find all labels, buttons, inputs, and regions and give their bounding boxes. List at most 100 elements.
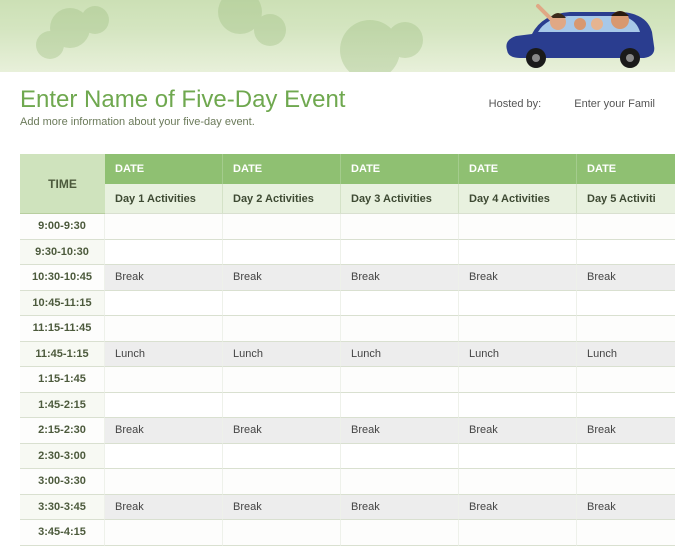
activity-cell[interactable]: Break: [105, 495, 223, 521]
activity-cell[interactable]: [577, 393, 675, 419]
activity-cell[interactable]: [577, 291, 675, 317]
activity-cell[interactable]: [341, 214, 459, 240]
activity-cell[interactable]: [459, 240, 577, 266]
activity-cell[interactable]: [577, 240, 675, 266]
activity-cell[interactable]: [459, 316, 577, 342]
activity-cell[interactable]: Break: [223, 265, 341, 291]
activity-cell[interactable]: [341, 444, 459, 470]
activity-cell[interactable]: Break: [459, 265, 577, 291]
table-row: 11:15-11:45: [20, 316, 675, 342]
activity-cell[interactable]: [223, 291, 341, 317]
activity-cell[interactable]: [223, 240, 341, 266]
activity-cell[interactable]: Break: [341, 418, 459, 444]
activity-cell[interactable]: [223, 214, 341, 240]
time-cell: 1:45-2:15: [20, 393, 105, 419]
activity-cell[interactable]: [459, 469, 577, 495]
activity-cell[interactable]: [577, 367, 675, 393]
activity-cell[interactable]: [341, 240, 459, 266]
activity-cell[interactable]: [459, 291, 577, 317]
activity-cell[interactable]: [223, 444, 341, 470]
activity-cell[interactable]: [577, 316, 675, 342]
table-row: 10:30-10:45BreakBreakBreakBreakBreak: [20, 265, 675, 291]
table-row: 9:30-10:30: [20, 240, 675, 266]
day-label[interactable]: Day 4 Activities: [459, 184, 577, 214]
activity-cell[interactable]: [459, 520, 577, 546]
table-row: 3:45-4:15: [20, 520, 675, 546]
time-cell: 10:30-10:45: [20, 265, 105, 291]
activity-cell[interactable]: [223, 393, 341, 419]
activity-cell[interactable]: Lunch: [341, 342, 459, 368]
activity-cell[interactable]: [341, 291, 459, 317]
time-cell: 11:15-11:45: [20, 316, 105, 342]
activity-cell[interactable]: [105, 291, 223, 317]
table-row: 1:45-2:15: [20, 393, 675, 419]
activity-cell[interactable]: [341, 316, 459, 342]
time-cell: 10:45-11:15: [20, 291, 105, 317]
activity-cell[interactable]: Break: [459, 495, 577, 521]
time-cell: 9:00-9:30: [20, 214, 105, 240]
date-header: DATE: [105, 154, 223, 184]
activity-cell[interactable]: [223, 367, 341, 393]
hosted-by-value[interactable]: Enter your Famil: [574, 98, 655, 110]
activity-cell[interactable]: [577, 214, 675, 240]
activity-cell[interactable]: [459, 393, 577, 419]
table-row: 2:15-2:30BreakBreakBreakBreakBreak: [20, 418, 675, 444]
activity-cell[interactable]: [459, 367, 577, 393]
table-row: 9:00-9:30: [20, 214, 675, 240]
schedule-table: DATE DATE DATE DATE DATE Day 1 Activitie…: [20, 154, 675, 546]
page-subtitle[interactable]: Add more information about your five-day…: [20, 116, 675, 128]
date-header: DATE: [577, 154, 675, 184]
activity-cell[interactable]: Break: [105, 418, 223, 444]
activity-cell[interactable]: [577, 520, 675, 546]
activity-cell[interactable]: [105, 393, 223, 419]
day-label[interactable]: Day 1 Activities: [105, 184, 223, 214]
activity-cell[interactable]: Break: [105, 265, 223, 291]
activity-cell[interactable]: [341, 520, 459, 546]
day-label[interactable]: Day 2 Activities: [223, 184, 341, 214]
table-row: 1:15-1:45: [20, 367, 675, 393]
time-cell: 3:45-4:15: [20, 520, 105, 546]
activity-cell[interactable]: Break: [223, 495, 341, 521]
activity-cell[interactable]: [105, 240, 223, 266]
activity-cell[interactable]: [105, 520, 223, 546]
table-row: 3:00-3:30: [20, 469, 675, 495]
activity-cell[interactable]: Break: [577, 265, 675, 291]
time-cell: 9:30-10:30: [20, 240, 105, 266]
activity-cell[interactable]: [577, 469, 675, 495]
day-label[interactable]: Day 5 Activiti: [577, 184, 675, 214]
table-row: 2:30-3:00: [20, 444, 675, 470]
activity-cell[interactable]: [577, 444, 675, 470]
activity-cell[interactable]: [459, 444, 577, 470]
date-header: DATE: [223, 154, 341, 184]
activity-cell[interactable]: [341, 393, 459, 419]
activity-cell[interactable]: Lunch: [577, 342, 675, 368]
activity-cell[interactable]: [105, 444, 223, 470]
activity-cell[interactable]: [105, 469, 223, 495]
banner: [0, 0, 675, 72]
activity-cell[interactable]: [223, 316, 341, 342]
activity-cell[interactable]: Break: [459, 418, 577, 444]
table-row: 11:45-1:15LunchLunchLunchLunchLunch: [20, 342, 675, 368]
activity-cell[interactable]: Break: [223, 418, 341, 444]
activity-cell[interactable]: [459, 214, 577, 240]
activity-cell[interactable]: Break: [341, 265, 459, 291]
activity-cell[interactable]: Lunch: [223, 342, 341, 368]
time-cell: 2:15-2:30: [20, 418, 105, 444]
day-label[interactable]: Day 3 Activities: [341, 184, 459, 214]
time-cell: 11:45-1:15: [20, 342, 105, 368]
activity-cell[interactable]: [105, 214, 223, 240]
time-cell: 3:00-3:30: [20, 469, 105, 495]
activity-cell[interactable]: [105, 316, 223, 342]
table-row: 3:30-3:45BreakBreakBreakBreakBreak: [20, 495, 675, 521]
activity-cell[interactable]: [341, 469, 459, 495]
activity-cell[interactable]: Break: [577, 495, 675, 521]
activity-cell[interactable]: [105, 367, 223, 393]
activity-cell[interactable]: Break: [341, 495, 459, 521]
activity-cell[interactable]: Break: [577, 418, 675, 444]
activity-cell[interactable]: [223, 469, 341, 495]
activity-cell[interactable]: [223, 520, 341, 546]
activity-cell[interactable]: [341, 367, 459, 393]
time-cell: 1:15-1:45: [20, 367, 105, 393]
activity-cell[interactable]: Lunch: [105, 342, 223, 368]
activity-cell[interactable]: Lunch: [459, 342, 577, 368]
